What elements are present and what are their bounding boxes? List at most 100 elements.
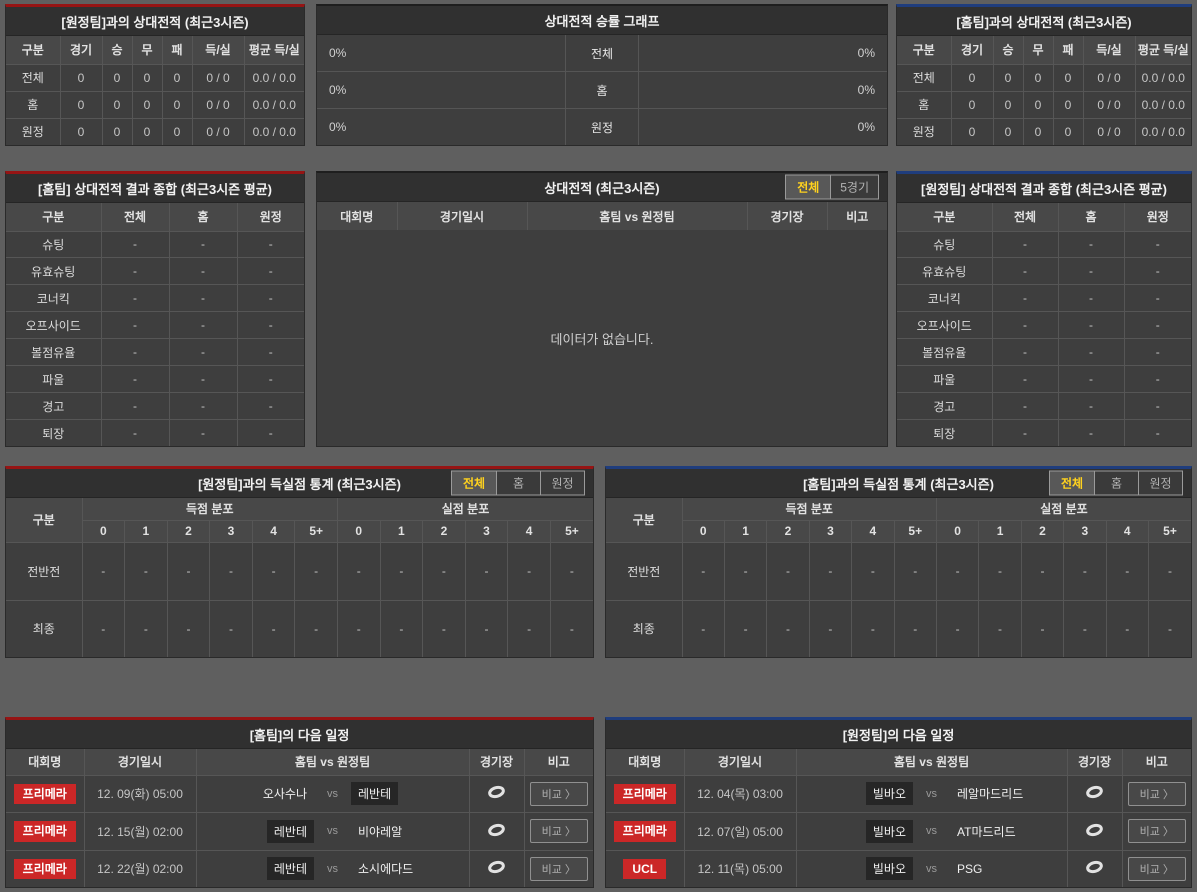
cell-avg-goals: 0.0 / 0.0 bbox=[243, 90, 305, 119]
stat-label: 경고 bbox=[5, 392, 102, 421]
cell: - bbox=[464, 541, 509, 601]
away-winrate-bar-area: 0% bbox=[639, 35, 887, 71]
stadium-icon[interactable] bbox=[487, 823, 506, 837]
column-header: 구분 bbox=[605, 497, 683, 543]
compare-button[interactable]: 비교 〉 bbox=[529, 781, 588, 806]
cell-avg-goals: 0.0 / 0.0 bbox=[1134, 90, 1192, 119]
competition-badge: 프리메라 bbox=[613, 783, 676, 804]
table-body: 프리메라 12. 04(목) 03:00 빌바오 vs 레알마드리드 비교 〉 … bbox=[605, 774, 1192, 888]
table-row: 전반전 - - - - - - - - - - - - bbox=[605, 541, 1192, 601]
cell: - bbox=[166, 599, 211, 658]
cell: - bbox=[808, 599, 853, 658]
away-side: 비야레알 bbox=[351, 820, 467, 843]
winrate-row-label: 원정 bbox=[565, 109, 639, 145]
home-h2h-table: 구분 경기 승 무 패 득/실 평균 득/실 전체 0 0 0 0 0 / 0 … bbox=[896, 35, 1192, 146]
column-header: 비고 bbox=[523, 748, 594, 776]
stat-total: - bbox=[100, 230, 170, 259]
stat-home: - bbox=[168, 365, 238, 394]
tab-5games[interactable]: 5경기 bbox=[830, 175, 878, 199]
match-cell: 오사수나 vs 레반테 bbox=[195, 774, 470, 814]
compare-button[interactable]: 비교 〉 bbox=[529, 819, 588, 844]
away-team: 비야레알 bbox=[358, 824, 403, 839]
table-header-row: 구분 득점 분포 실점 분포 bbox=[5, 497, 594, 543]
cell-avg-goals: 0.0 / 0.0 bbox=[243, 117, 305, 146]
stadium-icon[interactable] bbox=[1085, 785, 1104, 799]
cell-losses: 0 bbox=[1052, 63, 1084, 92]
column-header: 경기일시 bbox=[396, 201, 528, 231]
table-body: 전반전 - - - - - - - - - - - - 최종 - - - - -… bbox=[605, 541, 1192, 658]
bin-header: 2 bbox=[422, 519, 466, 543]
cell-losses: 0 bbox=[1052, 117, 1084, 146]
stat-away: - bbox=[1123, 392, 1192, 421]
cell: - bbox=[464, 599, 509, 658]
panel-header: [원정팀]과의 득실점 통계 (최근3시즌) 전체 홈 원정 bbox=[6, 469, 593, 498]
panel-title: [홈팀]과의 득실점 통계 (최근3시즌) bbox=[803, 476, 994, 492]
compare-cell: 비교 〉 bbox=[523, 812, 594, 851]
panel-away-next-schedule: [원정팀]의 다음 일정 대회명 경기일시 홈팀 vs 원정팀 경기장 비고 프… bbox=[605, 717, 1192, 888]
column-header: 승 bbox=[992, 35, 1024, 65]
tab-all[interactable]: 전체 bbox=[452, 471, 496, 495]
table-row: 퇴장 - - - bbox=[896, 419, 1192, 447]
cell: - bbox=[1063, 599, 1107, 658]
stadium-icon[interactable] bbox=[487, 860, 506, 874]
stat-label: 파울 bbox=[5, 365, 102, 394]
compare-button[interactable]: 비교 〉 bbox=[1127, 781, 1186, 806]
cell: - bbox=[1105, 541, 1149, 601]
competition-cell: 프리메라 bbox=[5, 774, 85, 814]
stat-away: - bbox=[1123, 230, 1192, 259]
stat-home: - bbox=[1057, 392, 1125, 421]
stadium-cell bbox=[468, 812, 525, 851]
compare-button[interactable]: 비교 〉 bbox=[1127, 819, 1186, 844]
stadium-icon[interactable] bbox=[1085, 860, 1104, 874]
cell-draws: 0 bbox=[1022, 90, 1054, 119]
panel-header: [원정팀]과의 상대전적 (최근3시즌) bbox=[6, 7, 304, 36]
compare-cell: 비교 〉 bbox=[523, 849, 594, 888]
bin-header: 0 bbox=[81, 519, 126, 543]
panel-body: 구분 득점 분포 실점 분포 0 1 2 3 4 5+ 0 1 2 3 4 5+… bbox=[5, 497, 594, 658]
away-side: 레알마드리드 bbox=[950, 782, 1065, 805]
h2h-filter-tabs: 전체 5경기 bbox=[785, 174, 879, 200]
tab-home[interactable]: 홈 bbox=[1094, 471, 1138, 495]
away-winrate-value: 0% bbox=[857, 83, 875, 97]
stadium-cell bbox=[1066, 812, 1123, 851]
stat-home: - bbox=[1057, 230, 1125, 259]
vs-label: vs bbox=[926, 825, 937, 838]
column-header: 대회명 bbox=[605, 748, 685, 776]
tab-home[interactable]: 홈 bbox=[496, 471, 540, 495]
compare-button[interactable]: 비교 〉 bbox=[1127, 856, 1186, 881]
panel-header: [홈팀]의 다음 일정 bbox=[6, 720, 593, 749]
compare-button[interactable]: 비교 〉 bbox=[529, 856, 588, 881]
stat-total: - bbox=[991, 365, 1059, 394]
cell-losses: 0 bbox=[161, 90, 193, 119]
stat-home: - bbox=[168, 392, 238, 421]
match-datetime: 12. 22(월) 02:00 bbox=[83, 849, 197, 888]
cell-games: 0 bbox=[950, 90, 994, 119]
schedule-row: 프리메라 12. 22(월) 02:00 레반테 vs 소시에다드 비교 〉 bbox=[5, 849, 594, 888]
cell-wins: 0 bbox=[992, 63, 1024, 92]
column-header: 패 bbox=[1052, 35, 1084, 65]
match-datetime: 12. 07(일) 05:00 bbox=[683, 812, 797, 851]
stat-home: - bbox=[168, 419, 238, 447]
tab-away[interactable]: 원정 bbox=[540, 471, 584, 495]
stadium-icon[interactable] bbox=[487, 785, 506, 799]
cell: - bbox=[166, 541, 211, 601]
competition-badge: 프리메라 bbox=[613, 821, 676, 842]
schedule-row: 프리메라 12. 09(화) 05:00 오사수나 vs 레반테 비교 〉 bbox=[5, 774, 594, 814]
cell: - bbox=[379, 599, 424, 658]
panel-header: [원정팀]의 다음 일정 bbox=[606, 720, 1191, 749]
cell: - bbox=[851, 599, 895, 658]
stat-home: - bbox=[1057, 419, 1125, 447]
competition-badge: 프리메라 bbox=[13, 783, 76, 804]
tab-away[interactable]: 원정 bbox=[1138, 471, 1182, 495]
stadium-cell bbox=[1066, 849, 1123, 888]
stat-away: - bbox=[1123, 338, 1192, 367]
stadium-icon[interactable] bbox=[1085, 823, 1104, 837]
column-header: 홈팀 vs 원정팀 bbox=[795, 748, 1068, 776]
tab-all[interactable]: 전체 bbox=[1050, 471, 1094, 495]
home-side: 빌바오 bbox=[799, 819, 913, 843]
tab-all[interactable]: 전체 bbox=[786, 175, 831, 199]
table-body: 프리메라 12. 09(화) 05:00 오사수나 vs 레반테 비교 〉 프리… bbox=[5, 774, 594, 888]
bin-header: 4 bbox=[851, 519, 895, 543]
row-label: 전체 bbox=[896, 63, 952, 92]
stat-home: - bbox=[168, 338, 238, 367]
